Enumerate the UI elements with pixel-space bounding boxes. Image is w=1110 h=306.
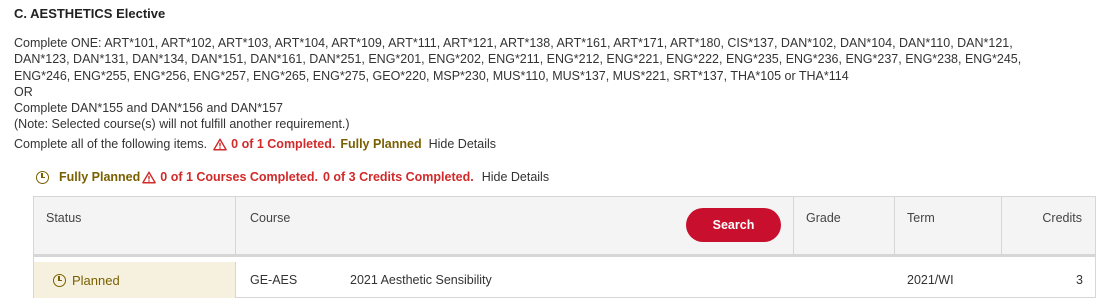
credits-completed: 0 of 3 Credits Completed. <box>322 170 474 184</box>
planned-status: Fully Planned <box>340 137 422 151</box>
warning-triangle-icon <box>142 171 157 183</box>
requirement-line: Complete DAN*155 and DAN*156 and DAN*157 <box>14 101 283 116</box>
term-value: 2021/WI <box>907 273 954 287</box>
column-header-term: Term <box>895 197 1002 254</box>
planned-status: Fully Planned <box>59 170 141 184</box>
table-row: Planned GE-AES 2021 Aesthetic Sensibilit… <box>34 262 1095 298</box>
clock-icon <box>36 170 49 184</box>
status-cell: Planned <box>34 262 236 298</box>
courses-table: Status Course Search Grade Term Credits … <box>33 196 1096 298</box>
table-header: Status Course Search Grade Term Credits <box>34 197 1095 257</box>
requirement-line: DAN*123, DAN*131, DAN*134, DAN*151, DAN*… <box>14 52 1022 67</box>
search-button[interactable]: Search <box>686 208 781 242</box>
summary-text: Complete all of the following items. <box>14 137 208 151</box>
course-title: 2021 Aesthetic Sensibility <box>350 273 492 287</box>
requirement-line: ENG*246, ENG*255, ENG*256, ENG*257, ENG*… <box>14 68 849 83</box>
courses-completed: 0 of 1 Courses Completed. <box>160 170 318 184</box>
hide-details-link[interactable]: Hide Details <box>429 137 496 151</box>
requirement-description: Complete ONE: ART*101, ART*102, ART*103,… <box>14 35 1094 133</box>
subrequirement-summary: Fully Planned 0 of 1 Courses Completed. … <box>36 170 549 184</box>
requirement-line: (Note: Selected course(s) will not fulfi… <box>14 117 350 132</box>
section-title: C. AESTHETICS Elective <box>14 6 166 21</box>
clock-icon <box>53 273 66 287</box>
column-header-credits: Credits <box>1042 211 1082 225</box>
requirement-line: Complete ONE: ART*101, ART*102, ART*103,… <box>14 36 1013 50</box>
warning-triangle-icon <box>213 138 227 150</box>
column-header-grade: Grade <box>794 197 895 254</box>
column-header-status: Status <box>34 197 236 254</box>
status-label: Planned <box>72 272 120 288</box>
credits-value: 3 <box>1076 273 1083 287</box>
hide-details-link[interactable]: Hide Details <box>482 170 549 184</box>
completed-count: 0 of 1 Completed. <box>231 137 336 151</box>
requirement-summary: Complete all of the following items. 0 o… <box>14 137 496 151</box>
requirement-line: OR <box>14 84 33 99</box>
course-code: GE-AES <box>250 273 298 287</box>
column-header-course-label: Course <box>250 211 291 225</box>
